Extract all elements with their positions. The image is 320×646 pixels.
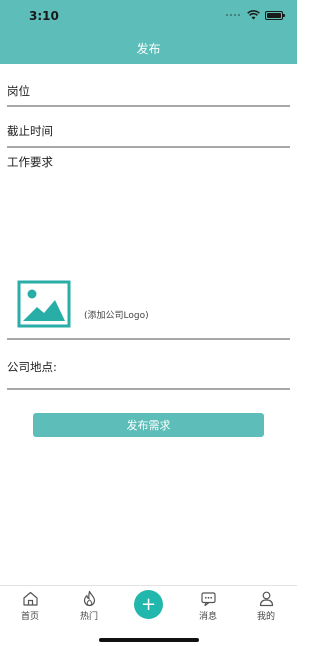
- publish-button[interactable]: 发布需求: [33, 413, 264, 437]
- position-field[interactable]: 岗位: [7, 83, 30, 99]
- status-time: 3:10: [29, 9, 59, 23]
- tab-home-label: 首页: [20, 612, 39, 622]
- home-icon: [22, 591, 38, 606]
- wifi-icon: [247, 10, 260, 20]
- flame-icon: [83, 590, 95, 607]
- page-title: 发布: [136, 42, 161, 56]
- tab-hot-label: 热门: [79, 612, 98, 622]
- navigation-header: 3:10 发布: [0, 0, 297, 64]
- address-field-underline: [7, 388, 290, 390]
- plus-icon: +: [140, 593, 157, 615]
- deadline-field-underline: [7, 146, 290, 148]
- tab-hot[interactable]: 热门: [64, 590, 114, 622]
- add-post-button[interactable]: +: [134, 590, 163, 619]
- position-field-underline: [7, 105, 290, 107]
- message-icon: [200, 592, 216, 607]
- signal-icon: [226, 14, 240, 16]
- home-indicator: [99, 638, 199, 642]
- tab-home[interactable]: 首页: [5, 590, 55, 622]
- requirements-field[interactable]: 工作要求: [7, 154, 53, 170]
- tab-messages-label: 消息: [198, 612, 217, 622]
- status-indicators: [226, 10, 285, 20]
- tab-profile-label: 我的: [256, 612, 275, 622]
- requirements-field-underline: [7, 338, 290, 340]
- tab-bar: 首页 热门 + 消息 我的: [0, 585, 297, 646]
- address-field[interactable]: 公司地点:: [7, 359, 57, 375]
- deadline-field[interactable]: 截止时间: [7, 123, 53, 139]
- battery-icon: [265, 10, 285, 20]
- image-placeholder-icon[interactable]: [17, 280, 71, 328]
- tab-messages[interactable]: 消息: [183, 590, 233, 622]
- tab-profile[interactable]: 我的: [241, 590, 291, 622]
- add-logo-hint[interactable]: (添加公司Logo): [84, 308, 149, 321]
- user-icon: [259, 591, 273, 607]
